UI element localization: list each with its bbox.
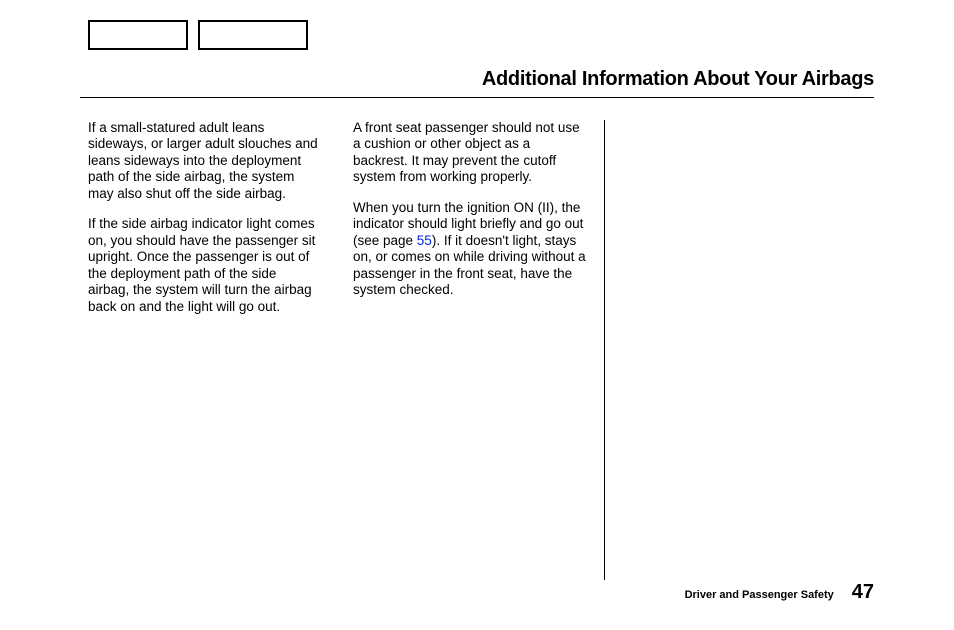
top-box-row: [88, 20, 874, 50]
page-footer: Driver and Passenger Safety 47: [685, 581, 874, 604]
decorative-box-right: [198, 20, 308, 50]
body-paragraph: When you turn the ignition ON (II), the …: [353, 200, 586, 299]
page-root: Additional Information About Your Airbag…: [0, 0, 954, 630]
column-right: [605, 120, 874, 580]
decorative-box-left: [88, 20, 188, 50]
page-reference-link[interactable]: 55: [417, 233, 432, 248]
page-title: Additional Information About Your Airbag…: [80, 68, 874, 91]
footer-section-label: Driver and Passenger Safety: [685, 589, 834, 601]
column-left: If a small-statured adult leans sideways…: [80, 120, 339, 580]
body-paragraph: If a small-statured adult leans sideways…: [88, 120, 321, 202]
content-columns: If a small-statured adult leans sideways…: [80, 120, 874, 580]
body-paragraph: If the side airbag indicator light comes…: [88, 216, 321, 315]
title-divider: [80, 97, 874, 98]
body-paragraph: A front seat passenger should not use a …: [353, 120, 586, 186]
footer-page-number: 47: [852, 581, 874, 604]
column-middle: A front seat passenger should not use a …: [339, 120, 605, 580]
